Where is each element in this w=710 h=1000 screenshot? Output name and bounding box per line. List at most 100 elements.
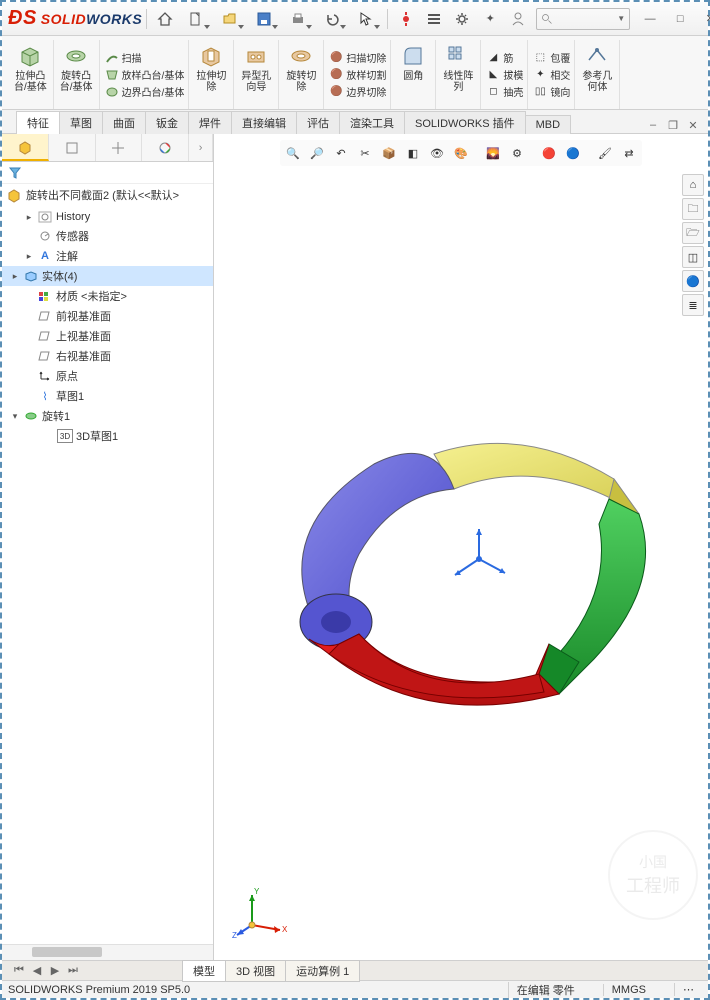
revolve-cut-button[interactable]: 旋转切 除	[283, 40, 319, 95]
zoom-fit-button[interactable]: 🔍	[282, 142, 304, 164]
paint-button[interactable]: 🖌	[594, 142, 616, 164]
orientation-triad[interactable]: Y X Z	[232, 880, 292, 940]
sweep-cut-button[interactable]: 🟤扫描切除	[326, 49, 388, 66]
print-button[interactable]	[281, 6, 315, 32]
maximize-button[interactable]: □	[666, 8, 694, 30]
tab-sketch[interactable]: 草图	[59, 111, 103, 134]
hide-show-button[interactable]: 👁	[426, 142, 448, 164]
mdi-restore[interactable]: ❐	[664, 117, 682, 133]
tree-history[interactable]: ▸History	[2, 208, 213, 226]
shell-button[interactable]: ◻抽壳	[483, 83, 525, 100]
new-button[interactable]	[179, 6, 213, 32]
fillet-button[interactable]: 圆角	[395, 40, 431, 84]
tree-revolve1[interactable]: ▾旋转1	[2, 406, 213, 426]
undo-button[interactable]	[315, 6, 349, 32]
tab-directedit[interactable]: 直接编辑	[231, 111, 297, 134]
tree-material[interactable]: 材质 <未指定>	[2, 286, 213, 306]
tab-mbd[interactable]: MBD	[525, 115, 571, 134]
tree-sensors[interactable]: 传感器	[2, 226, 213, 246]
edit-appearance-button[interactable]: 🎨	[450, 142, 472, 164]
taskpane-view-palette[interactable]: ◫	[682, 246, 704, 268]
tree-solids[interactable]: ▸实体(4)	[2, 266, 213, 286]
tab-evaluate[interactable]: 评估	[296, 111, 340, 134]
feature-tree-tab[interactable]	[2, 134, 49, 161]
sweep-button[interactable]: 扫描	[102, 49, 144, 66]
status-more[interactable]: ⋯	[674, 983, 702, 996]
tree-right-plane[interactable]: 右视基准面	[2, 346, 213, 366]
config-manager-tab[interactable]	[96, 134, 143, 161]
search-box[interactable]: ▼	[536, 8, 630, 30]
minimize-button[interactable]: —	[636, 8, 664, 30]
tab-last[interactable]: ⏭	[64, 964, 82, 977]
boundary-button[interactable]: 边界凸台/基体	[102, 83, 187, 100]
tab-first[interactable]: ⏮	[10, 964, 28, 977]
tree-hscroll[interactable]	[2, 944, 213, 960]
appearance-button[interactable]: ✦	[476, 6, 504, 32]
tree-top-plane[interactable]: 上视基准面	[2, 326, 213, 346]
extrude-cut-button[interactable]: 拉伸切 除	[193, 40, 229, 95]
graphics-viewport[interactable]: 🔍 🔎 ↶ ✂ 📦 ◧ 👁 🎨 🌄 ⚙ 🔴 🔵 🖌 ⇄ ⌂ 🗀 🗁 ◫ 🔵 ≣	[214, 134, 708, 960]
tab-surfaces[interactable]: 曲面	[102, 111, 146, 134]
loft-cut-button[interactable]: 🟤放样切割	[326, 66, 388, 83]
linear-pattern-button[interactable]: 线性阵 列	[440, 40, 476, 95]
wrap-button[interactable]: ⬚包覆	[530, 49, 572, 66]
prev-view-button[interactable]: ↶	[330, 142, 352, 164]
select-button[interactable]	[349, 6, 383, 32]
tab-weldments[interactable]: 焊件	[188, 111, 232, 134]
tree-origin[interactable]: 原点	[2, 366, 213, 386]
taskpane-explorer[interactable]: 🗁	[682, 222, 704, 244]
tree-filter-button[interactable]	[2, 162, 213, 184]
revolve-boss-button[interactable]: 旋转凸 台/基体	[58, 40, 95, 95]
view-orientation-button[interactable]: 📦	[378, 142, 400, 164]
status-units[interactable]: MMGS	[603, 984, 654, 996]
taskpane-home[interactable]: ⌂	[682, 174, 704, 196]
tree-front-plane[interactable]: 前视基准面	[2, 306, 213, 326]
display-style-button[interactable]: ◧	[402, 142, 424, 164]
open-button[interactable]	[213, 6, 247, 32]
mirror-button[interactable]: ▯▯镜向	[530, 83, 572, 100]
options-button[interactable]	[420, 6, 448, 32]
taskpane-appearances[interactable]: 🔵	[682, 270, 704, 292]
user-button[interactable]	[504, 6, 532, 32]
save-button[interactable]	[247, 6, 281, 32]
hole-wizard-button[interactable]: 异型孔 向导	[238, 40, 274, 95]
mdi-close[interactable]: ✕	[684, 117, 702, 133]
render-button[interactable]: 🔴	[538, 142, 560, 164]
tab-sheetmetal[interactable]: 钣金	[145, 111, 189, 134]
tab-render[interactable]: 渲染工具	[339, 111, 405, 134]
reference-geometry-button[interactable]: 参考几 何体	[579, 40, 615, 95]
appearance-tab[interactable]	[142, 134, 189, 161]
close-button[interactable]: ✕	[696, 8, 710, 30]
render2-button[interactable]: 🔵	[562, 142, 584, 164]
taskpane-library[interactable]: 🗀	[682, 198, 704, 220]
tab-motion[interactable]: 运动算例 1	[285, 960, 360, 982]
draft-button[interactable]: ◣拔模	[483, 66, 525, 83]
tree-sketch1[interactable]: ⌇草图1	[2, 386, 213, 406]
section-view-button[interactable]: ✂	[354, 142, 376, 164]
tab-model[interactable]: 模型	[182, 960, 226, 982]
settings-button[interactable]	[448, 6, 476, 32]
rib-button[interactable]: ◢筋	[483, 49, 515, 66]
tab-3dview[interactable]: 3D 视图	[225, 960, 286, 982]
tree-3dsketch1[interactable]: 3D3D草图1	[2, 426, 213, 446]
zoom-area-button[interactable]: 🔎	[306, 142, 328, 164]
tab-prev[interactable]: ◀	[28, 964, 46, 977]
apply-scene-button[interactable]: 🌄	[482, 142, 504, 164]
tab-next[interactable]: ▶	[46, 964, 64, 977]
home-button[interactable]	[151, 6, 179, 32]
extrude-boss-button[interactable]: 拉伸凸 台/基体	[12, 40, 49, 95]
tree-annotations[interactable]: ▸A注解	[2, 246, 213, 266]
compare-button[interactable]: ⇄	[618, 142, 640, 164]
boundary-cut-button[interactable]: 🟤边界切除	[326, 83, 388, 100]
more-tab[interactable]: ›	[189, 134, 213, 161]
mdi-minimize[interactable]: –	[644, 117, 662, 133]
scroll-thumb[interactable]	[32, 947, 102, 957]
search-input[interactable]	[555, 13, 615, 25]
taskpane-custom[interactable]: ≣	[682, 294, 704, 316]
search-drop-icon[interactable]: ▼	[617, 14, 625, 23]
intersect-button[interactable]: ✦相交	[530, 66, 572, 83]
loft-button[interactable]: 放样凸台/基体	[102, 66, 187, 83]
tab-addins[interactable]: SOLIDWORKS 插件	[404, 111, 526, 134]
view-settings-button[interactable]: ⚙	[506, 142, 528, 164]
property-manager-tab[interactable]	[49, 134, 96, 161]
